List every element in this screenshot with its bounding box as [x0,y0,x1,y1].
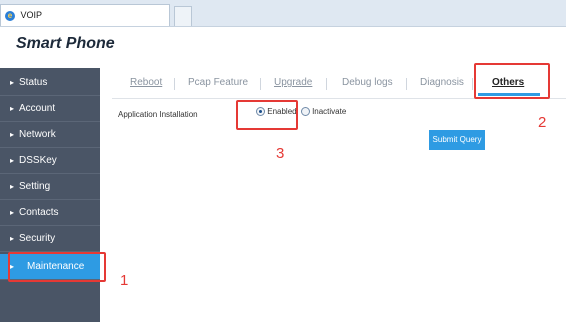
inactivate-radio[interactable] [300,107,310,117]
callout-number-1: 1 [120,272,129,289]
callout-number-3: 3 [276,145,285,162]
sidebar-item-contacts[interactable]: ▸ Contacts [0,200,100,226]
tab-divider [174,78,175,90]
tab-divider [326,78,327,90]
app-logo: Smart Phone [16,35,115,52]
sidebar: ▸ Status ▸ Account ▸ Network ▸ DSSKey ▸ Setti… [0,68,100,322]
tab-upgrade[interactable]: Upgrade [274,72,312,98]
tab-reboot[interactable]: Reboot [130,72,162,98]
sidebar-item-account[interactable]: ▸ Account [0,96,100,122]
tab-divider [406,78,407,90]
sidebar-item-dsskey[interactable]: ▸ DSSKey [0,148,100,174]
submit-query-button[interactable]: Submit Query [429,130,485,150]
callout-box-enabled [236,100,298,130]
browser-tab-bar: e VOIP [0,0,566,27]
app-install-label: Application Installation [118,110,198,119]
sidebar-item-status[interactable]: ▸ Status [0,70,100,96]
browser-tab[interactable]: e VOIP [0,4,170,26]
chevron-right-icon: ▸ [10,156,15,165]
chevron-right-icon: ▸ [10,78,15,87]
chevron-right-icon: ▸ [10,130,15,139]
chevron-right-icon: ▸ [10,208,15,217]
chevron-right-icon: ▸ [10,104,15,113]
callout-box-maintenance [8,252,106,282]
inactivate-radio-label[interactable]: Inactivate [312,107,346,116]
sidebar-item-setting[interactable]: ▸ Setting [0,174,100,200]
new-tab-button[interactable] [174,6,192,26]
sidebar-item-network[interactable]: ▸ Network [0,122,100,148]
header: Smart Phone [0,27,566,65]
callout-number-2: 2 [538,114,547,131]
browser-icon: e [5,10,15,21]
tab-diagnosis[interactable]: Diagnosis [420,72,464,98]
tab-pcap-feature[interactable]: Pcap Feature [188,72,248,98]
callout-box-others [474,63,550,99]
chevron-right-icon: ▸ [10,182,15,191]
tab-divider [260,78,261,90]
sidebar-item-security[interactable]: ▸ Security [0,226,100,252]
chevron-right-icon: ▸ [10,234,15,243]
tab-debug-logs[interactable]: Debug logs [342,72,393,98]
tab-divider [472,78,473,90]
browser-tab-title: VOIP [20,10,43,20]
